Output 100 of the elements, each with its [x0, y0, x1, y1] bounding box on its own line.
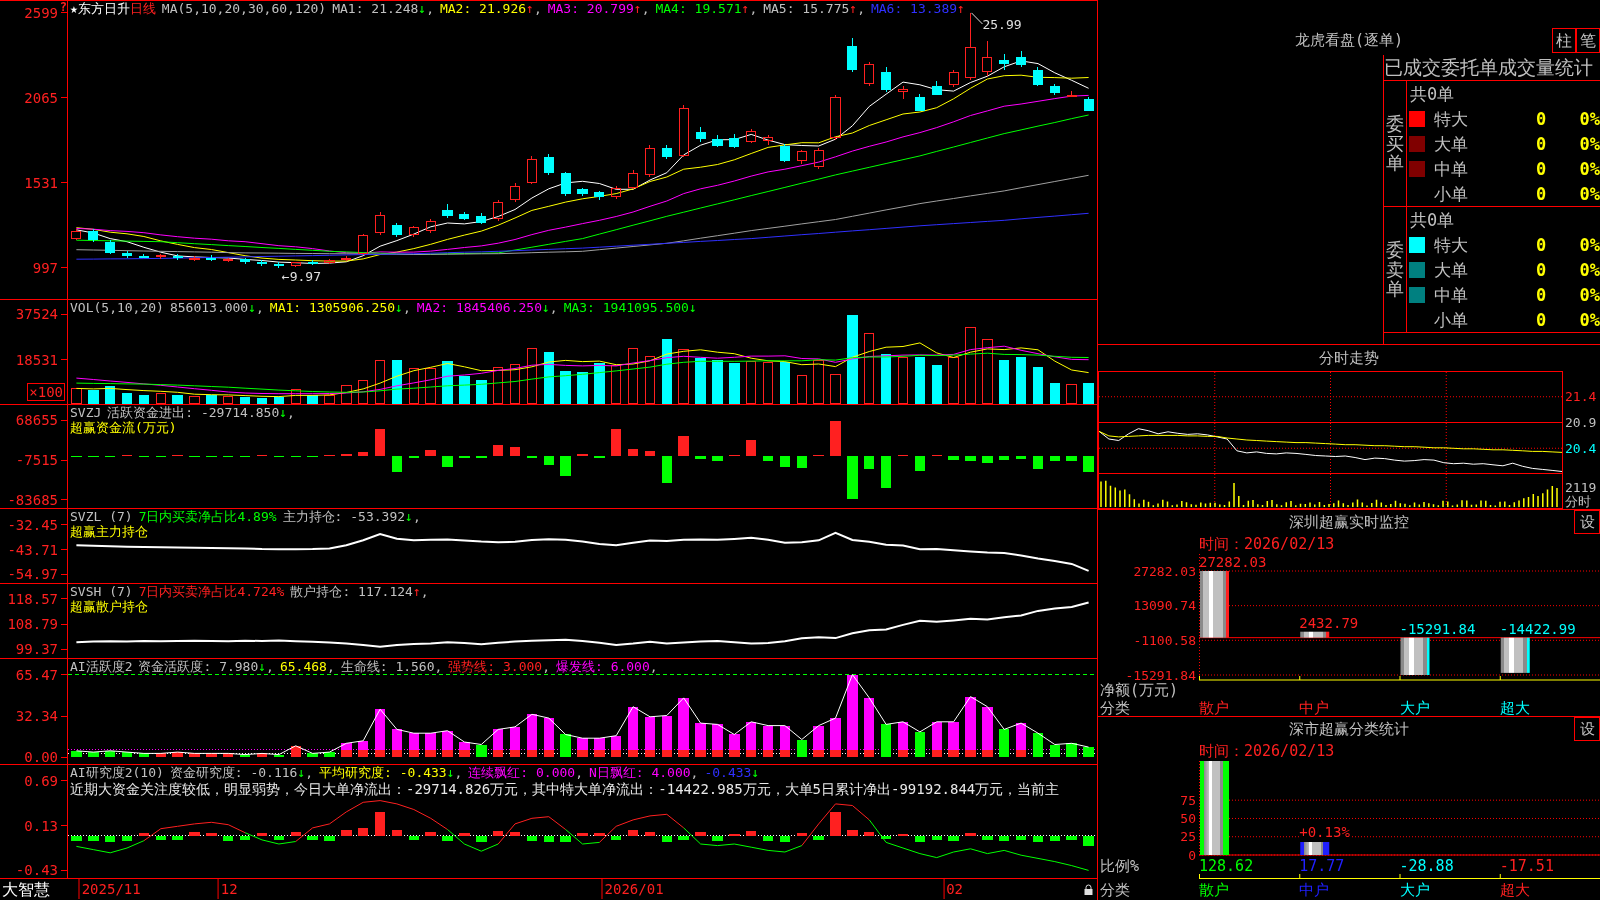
volume-bar — [256, 398, 268, 404]
fund-flow-bar — [611, 429, 622, 457]
order-count: 0 — [1535, 158, 1547, 179]
volume-bar — [880, 353, 892, 404]
candlestick — [931, 80, 942, 96]
research-bar — [206, 832, 217, 836]
activity-bar — [324, 752, 335, 758]
candlestick — [223, 257, 234, 263]
order-share: 0% — [1579, 133, 1600, 154]
indicator-value: MA2: 1845406.250↓, — [416, 300, 558, 315]
research-bar — [982, 835, 993, 840]
settings-button[interactable]: 设 — [1574, 510, 1600, 534]
axis-tick-label: 997 — [32, 259, 58, 276]
ma-parameters: MA(5,10,20,30,60,120) — [161, 1, 327, 16]
volume-bar — [273, 397, 285, 404]
volume-bar — [358, 380, 369, 404]
volume-bar — [543, 352, 554, 404]
order-count: 0 — [1535, 108, 1547, 129]
fund-flow-bar — [577, 454, 588, 457]
research-bar — [830, 811, 841, 836]
candlestick — [273, 261, 284, 269]
research-bar — [307, 835, 318, 840]
activity-bar — [290, 745, 301, 758]
settings-button[interactable]: 设 — [1574, 717, 1600, 741]
volume-bar — [459, 376, 470, 404]
fund-flow-bar — [374, 429, 386, 457]
fund-flow-bar — [594, 456, 605, 459]
candlestick — [611, 185, 622, 200]
help-mark[interactable]: ? — [59, 1, 67, 14]
fund-flow-bar — [1049, 456, 1061, 462]
volume-bar — [88, 390, 99, 404]
candlestick — [695, 126, 706, 143]
research-bar — [189, 831, 200, 836]
volume-bar — [442, 360, 453, 404]
fund-flow-bar — [880, 456, 892, 488]
indicator-value: VOL(5,10,20) — [70, 300, 164, 315]
axis-tick-label: 75 — [1180, 792, 1196, 808]
fund-flow-bar — [745, 439, 757, 457]
research-bar — [1049, 835, 1061, 841]
axis-tick-label: 20.4 — [1565, 441, 1597, 456]
candlestick — [375, 211, 386, 236]
activity-bar — [1083, 747, 1094, 758]
axis-title: 分类 — [1099, 698, 1130, 717]
candlestick — [914, 93, 925, 112]
research-bar — [172, 835, 183, 840]
order-count: 0 — [1535, 259, 1547, 280]
candlestick — [644, 144, 656, 178]
research-bar — [526, 835, 538, 841]
volume-bar — [104, 386, 116, 404]
research-bar — [425, 831, 436, 836]
candlestick — [779, 143, 790, 163]
volume-scale-label: 2119 — [1564, 481, 1597, 495]
fund-flow-bar — [1032, 456, 1044, 470]
group-label: 委卖单 — [1386, 239, 1404, 300]
axis-tick-label: 27282.03 — [1133, 563, 1196, 579]
indicator-value: AI活跃度2 — [70, 659, 133, 674]
activity-bar — [189, 753, 200, 758]
panel-title: 深市超赢分类统计 — [1289, 719, 1409, 739]
activity-bar — [476, 744, 487, 758]
candlestick — [324, 258, 335, 265]
volume-bar — [1032, 366, 1044, 404]
view-toggle-button[interactable]: 柱 — [1552, 28, 1576, 53]
axis-tick-label: 118.57 — [7, 590, 58, 607]
lock-icon[interactable] — [1084, 884, 1093, 895]
indicator-value: 7日内买卖净占比4.89% — [138, 509, 277, 524]
indicator-value: 散户持仓: 117.124↑, — [290, 584, 429, 599]
volume-bar — [492, 366, 504, 404]
research-bar — [847, 829, 858, 836]
activity-bar — [594, 738, 605, 750]
volume-bar — [560, 371, 571, 404]
volume-bar — [982, 339, 993, 404]
fund-flow-bar — [1015, 456, 1027, 459]
view-toggle-button[interactable]: 笔 — [1576, 28, 1600, 53]
candlestick — [341, 255, 352, 262]
volume-bar — [611, 365, 622, 404]
research-bar — [374, 811, 386, 836]
research-bar — [1083, 835, 1094, 846]
candlestick — [830, 94, 841, 141]
research-bar — [1032, 835, 1044, 842]
candlestick — [476, 212, 487, 225]
candlestick — [763, 134, 774, 146]
activity-bar — [172, 752, 183, 758]
indicator-name: 超赢资金流(万元) — [70, 420, 177, 435]
order-share: 0% — [1579, 183, 1600, 204]
fund-flow-bar — [948, 456, 959, 461]
candlestick — [442, 203, 453, 219]
net-amount-bar — [1500, 637, 1530, 673]
order-size-label: 大单 — [1434, 133, 1469, 154]
axis-tick-label: -32.45 — [7, 516, 58, 533]
volume-bar — [206, 394, 217, 404]
category-label: 大户 — [1399, 698, 1430, 717]
candlestick — [1066, 90, 1077, 98]
activity-bar — [121, 752, 133, 758]
axis-tick-label: 108.79 — [7, 616, 58, 633]
candlestick — [796, 149, 807, 165]
bar-value-label: -17.51 — [1499, 857, 1554, 875]
research-bar — [729, 833, 740, 836]
indicator-value: MA4: 19.571↑, — [655, 1, 758, 16]
research-bar — [273, 835, 285, 840]
research-bar — [914, 835, 926, 843]
